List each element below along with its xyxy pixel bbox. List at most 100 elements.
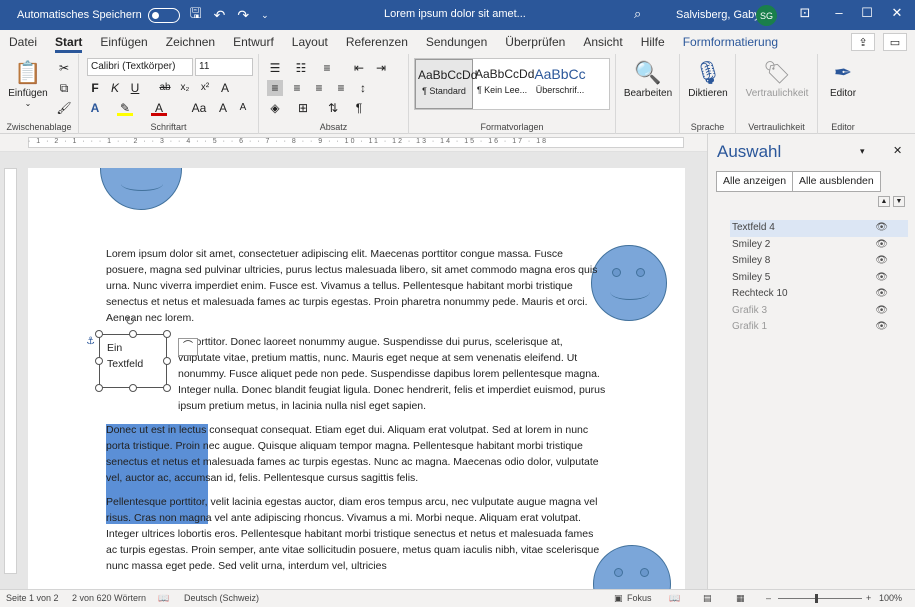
cut-icon[interactable]: ✂: [56, 60, 72, 76]
grow-font-icon[interactable]: A: [215, 100, 231, 116]
strikethrough-icon[interactable]: ab: [157, 80, 173, 96]
comments-icon[interactable]: ▭: [883, 33, 907, 51]
tab-ueberpruefen[interactable]: Überprüfen: [496, 30, 574, 54]
pane-options-icon[interactable]: ▾: [860, 146, 865, 157]
selection-item[interactable]: Smiley 5 👁: [730, 270, 908, 287]
text-effects-icon[interactable]: A: [87, 100, 103, 116]
bold-icon[interactable]: F: [87, 80, 103, 96]
document-area[interactable]: Lorem ipsum dolor sit amet, consectetuer…: [0, 152, 707, 589]
horizontal-ruler[interactable]: · 1 · 2 · 1 · · · 1 · · 2 · · 3 · · 4 · …: [0, 134, 707, 152]
resize-handle[interactable]: [95, 384, 103, 392]
hide-all-button[interactable]: Alle ausblenden: [792, 171, 881, 192]
focus-button[interactable]: Fokus: [627, 593, 652, 603]
copy-icon[interactable]: ⧉: [56, 80, 72, 96]
minimize-icon[interactable]: –: [829, 5, 849, 20]
tab-hilfe[interactable]: Hilfe: [632, 30, 674, 54]
tab-zeichnen[interactable]: Zeichnen: [157, 30, 224, 54]
underline-icon[interactable]: U: [127, 80, 143, 96]
paragraph-1[interactable]: Lorem ipsum dolor sit amet, consectetuer…: [106, 246, 606, 326]
font-size-combobox[interactable]: 11: [195, 58, 253, 76]
italic-icon[interactable]: K: [107, 80, 123, 96]
bring-forward-icon[interactable]: ▲: [878, 196, 890, 207]
style-standard[interactable]: AaBbCcDd ¶ Standard: [415, 59, 477, 109]
highlight-icon[interactable]: ✎: [117, 100, 133, 116]
zoom-level[interactable]: 100%: [879, 593, 902, 603]
tab-entwurf[interactable]: Entwurf: [224, 30, 283, 54]
read-mode-icon[interactable]: 📖: [669, 593, 680, 604]
justify-icon[interactable]: ≡: [333, 80, 349, 96]
eye-icon[interactable]: 👁: [875, 286, 888, 303]
shading-icon[interactable]: ◈: [267, 100, 283, 116]
eye-icon[interactable]: 👁: [875, 253, 888, 270]
smiley-shape[interactable]: [100, 168, 182, 210]
word-count[interactable]: 2 von 620 Wörtern: [72, 593, 146, 603]
tab-formformatierung[interactable]: Formformatierung: [674, 30, 787, 54]
autosave-toggle[interactable]: [147, 7, 180, 23]
share-icon[interactable]: ⇪: [851, 33, 875, 51]
selection-item[interactable]: Smiley 8 👁: [730, 253, 908, 270]
sort-icon[interactable]: ⇅: [325, 100, 341, 116]
resize-handle[interactable]: [163, 384, 171, 392]
line-spacing-icon[interactable]: ↕: [355, 80, 371, 96]
tab-layout[interactable]: Layout: [283, 30, 337, 54]
tab-start[interactable]: Start: [46, 30, 91, 54]
sensitivity-button[interactable]: 🏷 Vertraulichkeit: [740, 58, 814, 99]
tab-referenzen[interactable]: Referenzen: [337, 30, 417, 54]
tab-einfuegen[interactable]: Einfügen: [91, 30, 156, 54]
textbox-shape[interactable]: Ein Textfeld: [99, 334, 167, 388]
pane-close-icon[interactable]: ✕: [893, 144, 902, 157]
redo-icon[interactable]: ↷: [237, 7, 249, 24]
web-layout-icon[interactable]: ▦: [736, 593, 745, 604]
shrink-font-icon[interactable]: A: [235, 100, 251, 116]
undo-icon[interactable]: ↶: [214, 7, 226, 24]
style-heading[interactable]: AaBbCc Überschrif...: [531, 59, 589, 109]
search-icon[interactable]: ⌕: [634, 6, 641, 22]
borders-icon[interactable]: ⊞: [295, 100, 311, 116]
align-center-icon[interactable]: ≡: [289, 80, 305, 96]
paragraph-4[interactable]: Pellentesque porttitor, velit lacinia eg…: [106, 494, 606, 574]
zoom-in-icon[interactable]: +: [866, 593, 871, 603]
resize-handle[interactable]: [163, 330, 171, 338]
increase-indent-icon[interactable]: ⇥: [373, 60, 389, 76]
eye-icon[interactable]: 👁: [875, 220, 888, 237]
selection-item[interactable]: Textfeld 4 👁: [730, 220, 908, 237]
eye-icon[interactable]: 👁: [875, 270, 888, 287]
rotate-handle-icon[interactable]: ↻: [125, 314, 135, 328]
font-name-combobox[interactable]: Calibri (Textkörper): [87, 58, 193, 76]
user-name[interactable]: Salvisberg, Gaby: [676, 9, 760, 21]
selection-item[interactable]: Grafik 3 👁: [730, 303, 908, 320]
layout-options-icon[interactable]: ⌒: [178, 338, 198, 356]
print-layout-icon[interactable]: ▤: [703, 593, 712, 604]
send-backward-icon[interactable]: ▼: [893, 196, 905, 207]
multilevel-list-icon[interactable]: ≡: [319, 60, 335, 76]
show-formatting-icon[interactable]: ¶: [351, 100, 367, 116]
dictate-button[interactable]: 🎙 Diktieren: [684, 58, 732, 99]
paste-button[interactable]: 📋 Einfügen ⌄: [8, 58, 48, 108]
change-case-icon[interactable]: Aa: [191, 100, 207, 116]
eye-icon[interactable]: 👁: [875, 319, 888, 336]
selection-item[interactable]: Grafik 1 👁: [730, 319, 908, 336]
style-no-spacing[interactable]: AaBbCcDd ¶ Kein Lee...: [473, 59, 534, 109]
tab-sendungen[interactable]: Sendungen: [417, 30, 496, 54]
document-page[interactable]: Lorem ipsum dolor sit amet, consectetuer…: [28, 168, 685, 589]
align-right-icon[interactable]: ≡: [311, 80, 327, 96]
resize-handle[interactable]: [129, 384, 137, 392]
language[interactable]: Deutsch (Schweiz): [184, 593, 259, 603]
show-all-button[interactable]: Alle anzeigen: [716, 171, 794, 192]
paragraph-3[interactable]: Donec ut est in lectus consequat consequ…: [106, 422, 606, 486]
resize-handle[interactable]: [95, 330, 103, 338]
decrease-indent-icon[interactable]: ⇤: [351, 60, 367, 76]
numbering-icon[interactable]: ☷: [293, 60, 309, 76]
vertical-ruler[interactable]: [4, 168, 17, 574]
ribbon-display-icon[interactable]: ⊡: [795, 5, 815, 21]
avatar[interactable]: SG: [756, 5, 777, 26]
bullets-icon[interactable]: ☰: [267, 60, 283, 76]
close-icon[interactable]: ✕: [887, 5, 907, 21]
selection-item[interactable]: Smiley 2 👁: [730, 237, 908, 254]
tab-datei[interactable]: Datei: [0, 30, 46, 54]
proofing-icon[interactable]: 📖: [158, 593, 169, 604]
zoom-slider-thumb[interactable]: [815, 594, 818, 603]
tab-ansicht[interactable]: Ansicht: [574, 30, 631, 54]
customize-qat-icon[interactable]: ⌄: [261, 10, 269, 21]
save-icon[interactable]: 🖫: [190, 3, 202, 27]
